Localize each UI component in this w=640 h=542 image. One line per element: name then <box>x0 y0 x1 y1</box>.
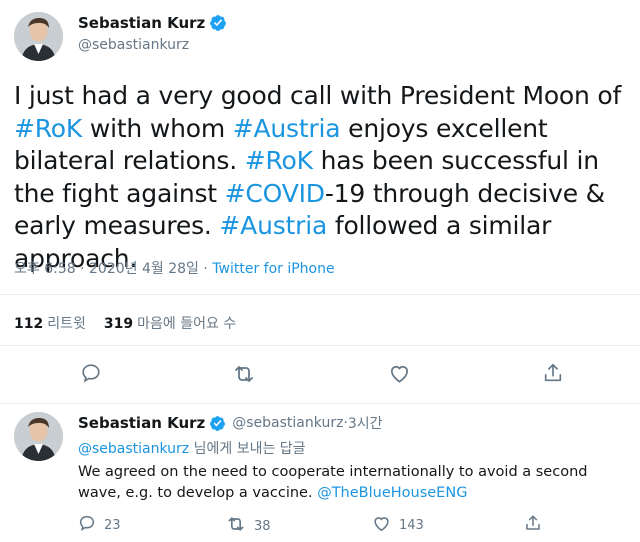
reply-like-button[interactable]: 143 <box>372 514 424 537</box>
reply-icon <box>78 514 104 536</box>
hashtag-link[interactable]: #RoK <box>14 114 82 143</box>
reply-icon[interactable] <box>80 362 104 386</box>
hashtag-link[interactable]: #COVID <box>225 179 325 208</box>
reply-time[interactable]: 3시간 <box>348 413 383 433</box>
retweet-icon[interactable] <box>232 362 256 386</box>
tweet-date[interactable]: 2020년 4월 28일 <box>89 261 199 277</box>
author-avatar[interactable] <box>14 12 63 61</box>
replying-to-suffix: 님에게 보내는 답글 <box>189 441 306 457</box>
meta-separator: · <box>198 261 213 277</box>
tweet-text-segment: I just had a very good call with Preside… <box>14 81 622 110</box>
tweet-stats: 112 리트윗 319 마음에 들어요 수 <box>14 313 254 333</box>
reply-header: Sebastian Kurz @sebastiankurz · 3시간 <box>78 412 383 434</box>
hashtag-link[interactable]: #Austria <box>219 211 327 240</box>
tweet-actions <box>0 362 640 390</box>
retweets-label: 리트윗 <box>47 316 86 332</box>
reply-text: We agreed on the need to cooperate inter… <box>78 462 628 504</box>
tweet-meta: 오후 6:58 · 2020년 4월 28일 · Twitter for iPh… <box>14 258 335 278</box>
reply-reply-button[interactable]: 23 <box>78 514 121 536</box>
reply-tweet[interactable]: Sebastian Kurz @sebastiankurz · 3시간 @seb… <box>0 404 640 542</box>
reply-author-handle[interactable]: @sebastiankurz <box>232 415 343 431</box>
divider <box>0 294 640 295</box>
reply-count: 23 <box>104 517 121 533</box>
meta-separator: · <box>75 261 90 277</box>
tweet-text-segment: with whom <box>82 113 233 143</box>
replying-to: @sebastiankurz 님에게 보내는 답글 <box>78 438 306 458</box>
reply-share-button[interactable] <box>524 514 550 536</box>
reply-author-name[interactable]: Sebastian Kurz <box>78 414 205 432</box>
author-handle[interactable]: @sebastiankurz <box>78 37 227 53</box>
likes-stat[interactable]: 319 마음에 들어요 수 <box>104 313 236 333</box>
tweet-source-link[interactable]: Twitter for iPhone <box>212 261 334 277</box>
author-info: Sebastian Kurz @sebastiankurz <box>78 12 227 53</box>
replying-to-mention[interactable]: @sebastiankurz <box>78 441 189 457</box>
retweet-count: 38 <box>254 518 271 534</box>
verified-badge-icon <box>209 14 227 32</box>
hashtag-link[interactable]: #RoK <box>245 146 313 175</box>
main-tweet: Sebastian Kurz @sebastiankurz I just had… <box>0 0 640 404</box>
hashtag-link[interactable]: #Austria <box>233 114 341 143</box>
reply-retweet-button[interactable]: 38 <box>226 514 271 538</box>
reply-author-avatar[interactable] <box>14 412 63 461</box>
retweets-stat[interactable]: 112 리트윗 <box>14 313 86 333</box>
likes-label: 마음에 들어요 수 <box>137 316 237 332</box>
author-display-name[interactable]: Sebastian Kurz <box>78 14 205 32</box>
likes-count: 319 <box>103 316 134 332</box>
mention-link[interactable]: @TheBlueHouseENG <box>317 485 467 501</box>
share-icon[interactable] <box>542 362 566 386</box>
divider <box>0 345 640 346</box>
reply-actions: 23 38 143 <box>78 514 598 534</box>
like-icon[interactable] <box>388 362 412 386</box>
tweet-time[interactable]: 오후 6:58 <box>14 261 76 277</box>
retweets-count: 112 <box>14 316 44 332</box>
like-icon <box>372 514 399 537</box>
share-icon <box>524 514 550 536</box>
tweet-text: I just had a very good call with Preside… <box>14 80 626 275</box>
like-count: 143 <box>399 518 424 533</box>
retweet-icon <box>226 514 254 538</box>
verified-badge-icon <box>209 415 226 432</box>
